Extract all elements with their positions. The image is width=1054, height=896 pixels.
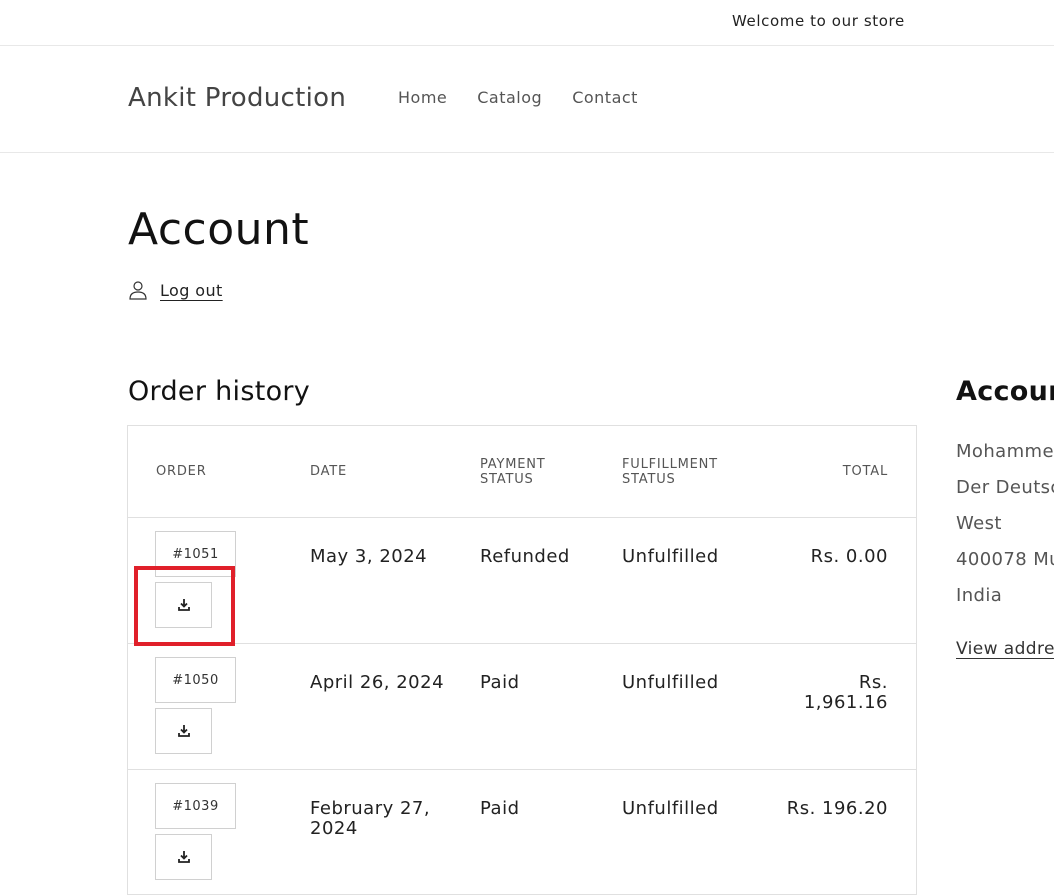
download-icon xyxy=(177,851,190,863)
store-logo[interactable]: Ankit Production xyxy=(128,83,346,113)
account-details-title: Account xyxy=(956,376,1054,407)
download-icon xyxy=(177,599,190,611)
download-invoice-button[interactable] xyxy=(155,708,212,754)
nav-home[interactable]: Home xyxy=(398,88,447,107)
header-fulfillment-line1: FULFILLMENT xyxy=(622,457,718,472)
fulfillment-status: Unfulfilled xyxy=(622,798,719,819)
order-date: May 3, 2024 xyxy=(310,546,428,567)
site-header: Ankit Production Home Catalog Contact xyxy=(0,46,1054,153)
download-icon xyxy=(177,725,190,737)
order-date: February 27, 2024 xyxy=(310,798,431,839)
logout-link[interactable]: Log out xyxy=(128,280,223,300)
payment-status: Refunded xyxy=(480,546,570,567)
order-date: April 26, 2024 xyxy=(310,672,445,693)
table-header: ORDER DATE PAYMENT STATUS FULFILLMENT ST… xyxy=(128,426,916,518)
table-row: #1050 April 26, 2024 Paid Unfulfilled Rs… xyxy=(128,644,916,770)
view-addresses-link[interactable]: View address xyxy=(956,639,1054,659)
download-invoice-button[interactable] xyxy=(155,582,212,628)
header-fulfillment-status: FULFILLMENT STATUS xyxy=(622,457,718,487)
announcement-bar: Welcome to our store xyxy=(0,0,1054,46)
order-number-button[interactable]: #1039 xyxy=(155,783,236,829)
user-icon xyxy=(128,280,148,300)
nav-catalog[interactable]: Catalog xyxy=(477,88,542,107)
order-history-title: Order history xyxy=(128,376,311,407)
order-total: Rs. 196.20 xyxy=(786,798,888,819)
address-line: Der Deutsc xyxy=(956,477,1054,498)
default-address: Mohammed Der Deutsc West 400078 Mu India xyxy=(956,434,1054,614)
payment-status: Paid xyxy=(480,672,520,693)
header-payment-line2: STATUS xyxy=(480,472,534,487)
order-total: Rs. 1,961.16 xyxy=(803,672,888,713)
announcement-text: Welcome to our store xyxy=(732,12,905,30)
order-number-button[interactable]: #1050 xyxy=(155,657,236,703)
nav-contact[interactable]: Contact xyxy=(572,88,638,107)
download-invoice-button[interactable] xyxy=(155,834,212,880)
logout-label[interactable]: Log out xyxy=(160,281,223,300)
header-order: ORDER xyxy=(156,464,207,479)
header-date: DATE xyxy=(310,464,348,479)
fulfillment-status: Unfulfilled xyxy=(622,672,719,693)
page-title: Account xyxy=(128,204,310,255)
address-line: India xyxy=(956,585,1003,606)
header-payment-line1: PAYMENT xyxy=(480,457,546,472)
header-total: TOTAL xyxy=(842,464,888,479)
table-row: #1051 May 3, 2024 Refunded Unfulfilled R… xyxy=(128,518,916,644)
address-line: West xyxy=(956,513,1002,534)
address-line: 400078 Mu xyxy=(956,549,1054,570)
order-number-button[interactable]: #1051 xyxy=(155,531,236,577)
payment-status: Paid xyxy=(480,798,520,819)
header-payment-status: PAYMENT STATUS xyxy=(480,457,546,487)
table-row: #1039 February 27, 2024 Paid Unfulfilled… xyxy=(128,770,916,896)
address-line: Mohammed xyxy=(956,441,1054,462)
fulfillment-status: Unfulfilled xyxy=(622,546,719,567)
order-total: Rs. 0.00 xyxy=(810,546,888,567)
order-history-table: ORDER DATE PAYMENT STATUS FULFILLMENT ST… xyxy=(127,425,917,895)
header-fulfillment-line2: STATUS xyxy=(622,472,676,487)
main-nav: Home Catalog Contact xyxy=(398,88,638,107)
